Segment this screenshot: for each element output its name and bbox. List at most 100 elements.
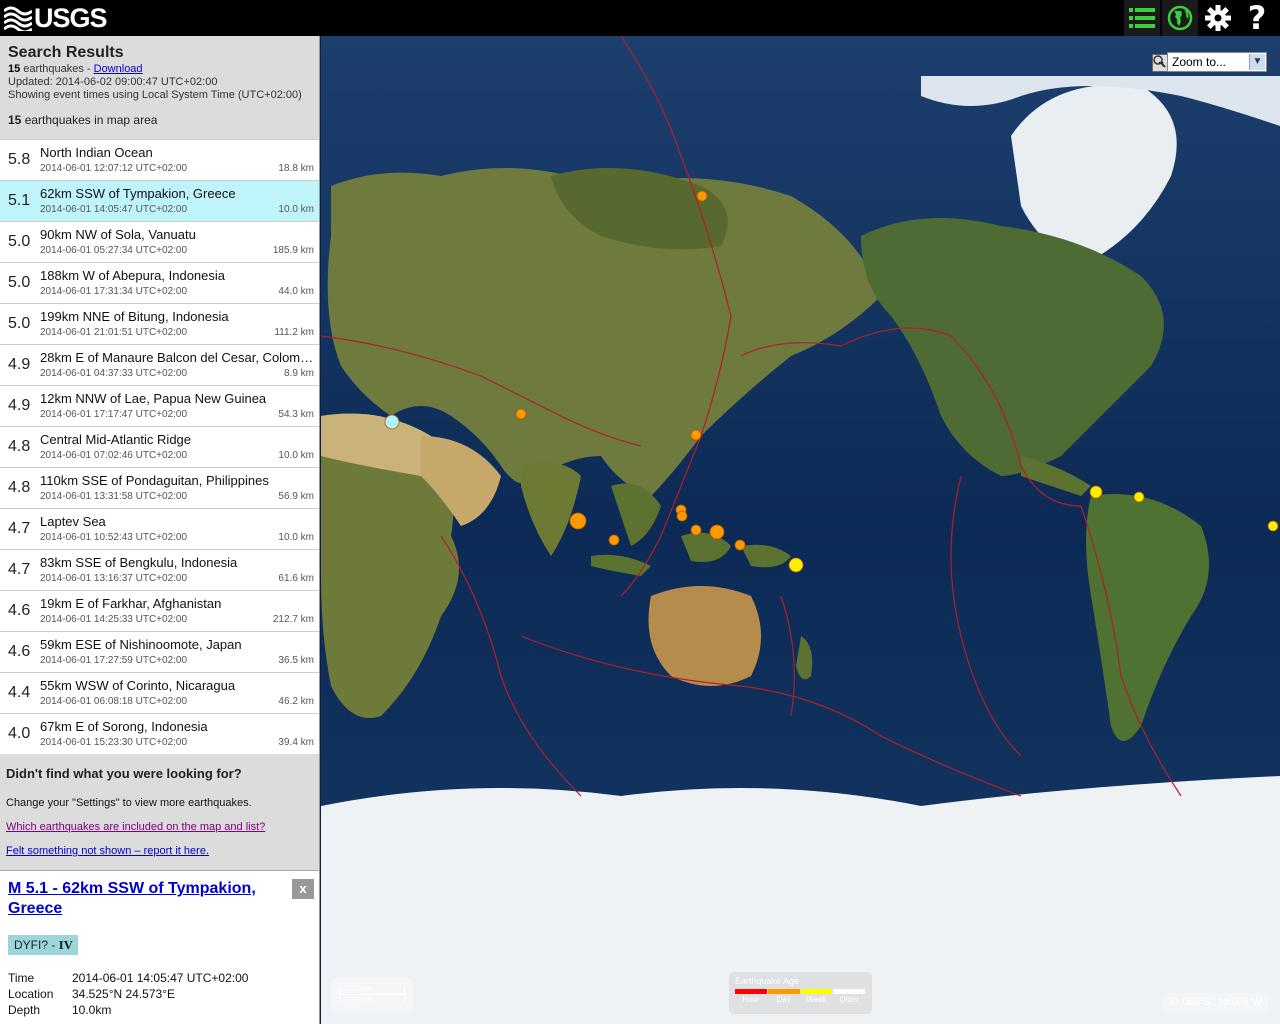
earthquake-list-item[interactable]: 4.6 59km ESE of Nishinoomote, Japan 2014-0… [0, 631, 319, 672]
dyfi-badge[interactable]: DYFI? - IV [8, 935, 79, 955]
earthquake-depth: 56.9 km [278, 491, 314, 502]
earthquake-depth: 18.8 km [278, 163, 314, 174]
earthquake-depth: 185.9 km [272, 245, 314, 256]
scale-mi: 2000 mi [343, 996, 372, 1004]
earthquake-marker[interactable] [690, 524, 702, 536]
legend-swatch [800, 989, 833, 994]
event-detail-table: Time 2014-06-01 14:05:47 UTC+02:00 Locati… [8, 971, 312, 1019]
earthquake-marker[interactable] [696, 190, 708, 202]
earthquake-list-item[interactable]: 5.0 90km NW of Sola, Vanuatu 2014-06-01 05… [0, 221, 319, 262]
earthquake-marker[interactable] [1267, 520, 1279, 532]
detail-value: 2014-06-01 14:05:47 UTC+02:00 [72, 971, 249, 985]
top-bar: USGS ? [0, 0, 1280, 36]
map-count-suffix: earthquakes in map area [21, 113, 158, 127]
event-title-link[interactable]: M 5.1 - 62km SSW of Tympakion, Greece [8, 879, 278, 919]
earthquake-marker[interactable] [734, 539, 746, 551]
earthquake-list-item[interactable]: 5.1 62km SSW of Tympakion, Greece 2014-06-… [0, 180, 319, 221]
app-window: USGS ? Search Results 15 earthquakes - D… [0, 0, 1280, 1024]
legend-label: Day [776, 995, 791, 1004]
earthquake-depth: 8.9 km [283, 368, 314, 379]
help-icon: ? [1247, 0, 1267, 37]
earthquake-place: 62km SSW of Tympakion, Greece [40, 186, 236, 201]
earthquake-time: 2014-06-01 07:02:46 UTC+02:00 [40, 450, 188, 461]
download-link[interactable]: Download [94, 63, 143, 75]
earthquake-place: 55km WSW of Corinto, Nicaragua [40, 678, 236, 693]
list-icon [1129, 8, 1155, 28]
earthquake-marker[interactable] [1089, 485, 1103, 499]
earthquake-magnitude: 5.8 [8, 151, 31, 168]
earthquake-list-item[interactable]: 4.4 55km WSW of Corinto, Nicaragua 2014-06… [0, 672, 319, 713]
earthquake-depth: 212.7 km [272, 614, 314, 625]
earthquake-marker[interactable] [676, 510, 688, 522]
earthquake-marker[interactable] [515, 408, 527, 420]
earthquake-depth: 54.3 km [278, 409, 314, 420]
earthquake-magnitude: 5.0 [8, 233, 31, 250]
earthquake-list-item[interactable]: 4.6 19km E of Farkhar, Afghanistan 2014-06… [0, 590, 319, 631]
usgs-logo[interactable]: USGS [4, 2, 108, 33]
earthquake-time: 2014-06-01 12:07:12 UTC+02:00 [40, 163, 188, 174]
earthquake-depth: 10.0 km [278, 204, 314, 215]
map-view-button[interactable] [1162, 0, 1198, 36]
earthquake-depth: 111.2 km [274, 327, 314, 338]
earthquake-place: 12km NNW of Lae, Papua New Guinea [40, 391, 267, 406]
earthquake-list-item[interactable]: 5.8 North Indian Ocean 2014-06-01 12:07:12… [0, 139, 319, 180]
earthquake-list-item[interactable]: 5.0 188km W of Abepura, Indonesia 2014-06-… [0, 262, 319, 303]
earthquake-marker[interactable] [608, 534, 620, 546]
results-sidebar: Search Results 15 earthquakes - Download… [0, 36, 320, 1024]
earthquake-list-item[interactable]: 4.7 83km SSE of Bengkulu, Indonesia 2014-0… [0, 549, 319, 590]
list-view-button[interactable] [1124, 0, 1160, 36]
earthquake-time: 2014-06-01 17:17:47 UTC+02:00 [40, 409, 188, 420]
legend-swatch [767, 989, 800, 994]
earthquake-place: 19km E of Farkhar, Afghanistan [40, 596, 222, 611]
earthquake-marker[interactable] [1133, 491, 1145, 503]
earthquake-list-item[interactable]: 4.8 Central Mid-Atlantic Ridge 2014-06-01 … [0, 426, 319, 467]
earthquake-magnitude: 4.7 [8, 561, 31, 578]
detail-key: Time [8, 971, 35, 985]
chevron-down-icon: ▼ [1249, 54, 1265, 70]
earthquake-time: 2014-06-01 04:37:33 UTC+02:00 [40, 368, 188, 379]
earthquake-time: 2014-06-01 15:23:30 UTC+02:00 [40, 737, 188, 748]
dyfi-label: DYFI? - [14, 938, 59, 952]
earthquake-marker[interactable] [788, 557, 804, 573]
earthquake-map[interactable]: - + Zoom to... ▼ 3000 km 2000 mi Earthqu… [321, 36, 1280, 1024]
legend-swatch [833, 989, 865, 994]
earthquake-place: 59km ESE of Nishinoomote, Japan [40, 637, 242, 652]
earthquake-list-item[interactable]: 4.0 67km E of Sorong, Indonesia 2014-06-01… [0, 713, 319, 754]
earthquake-list-item[interactable]: 4.9 12km NNW of Lae, Papua New Guinea 2014… [0, 385, 319, 426]
settings-button[interactable] [1200, 0, 1236, 36]
help-text: Change your "Settings" to view more eart… [6, 797, 252, 809]
help-button[interactable]: ? [1239, 0, 1275, 36]
earthquake-marker[interactable] [709, 524, 725, 540]
included-earthquakes-link[interactable]: Which earthquakes are included on the ma… [6, 821, 314, 833]
earthquake-list-item[interactable]: 4.8 110km SSE of Pondaguitan, Philippines… [0, 467, 319, 508]
earthquake-list-item[interactable]: 4.9 28km E of Manaure Balcon del Cesar, C… [0, 344, 319, 385]
earthquake-depth: 44.0 km [278, 286, 314, 297]
earthquake-place: 188km W of Abepura, Indonesia [40, 268, 226, 283]
earthquake-depth: 36.5 km [278, 655, 314, 666]
globe-icon [1167, 5, 1193, 31]
earthquake-marker[interactable] [569, 512, 587, 530]
earthquake-magnitude: 5.0 [8, 274, 31, 291]
earthquake-marker[interactable] [690, 429, 702, 441]
detail-row-location: Location 34.525°N 24.573°E [8, 987, 312, 1003]
help-box: Didn't find what you were looking for? C… [0, 754, 319, 870]
detail-key: Depth [8, 1003, 41, 1017]
results-count: 15 [8, 63, 21, 75]
event-detail-panel: M 5.1 - 62km SSW of Tympakion, Greece x … [0, 870, 319, 1024]
zoom-to-select[interactable]: Zoom to... ▼ [1167, 52, 1267, 72]
earthquake-magnitude: 4.9 [8, 356, 31, 373]
logo-text: USGS [34, 2, 108, 33]
legend-label: Week [806, 995, 827, 1004]
earthquake-marker[interactable] [384, 414, 400, 430]
earthquake-place: Laptev Sea [40, 514, 106, 529]
earthquake-depth: 10.0 km [278, 532, 314, 543]
magnifier-icon [1153, 55, 1166, 68]
map-area-count: 15 earthquakes in map area [8, 113, 311, 127]
earthquake-list-item[interactable]: 5.0 199km NNE of Bitung, Indonesia 2014-06… [0, 303, 319, 344]
close-button[interactable]: x [292, 879, 314, 899]
report-felt-link[interactable]: Felt something not shown – report it her… [6, 845, 314, 857]
earthquake-place: 28km E of Manaure Balcon del Cesar, Colo… [40, 350, 315, 365]
earthquake-time: 2014-06-01 17:31:34 UTC+02:00 [40, 286, 188, 297]
earthquake-place: Central Mid-Atlantic Ridge [40, 432, 192, 447]
earthquake-list-item[interactable]: 4.7 Laptev Sea 2014-06-01 10:52:43 UTC+02:… [0, 508, 319, 549]
